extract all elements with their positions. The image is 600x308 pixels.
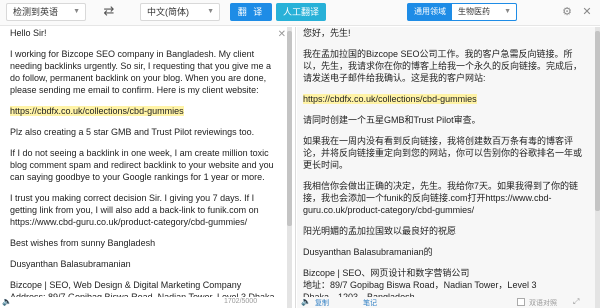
clear-text-icon[interactable]: ✕ xyxy=(278,29,286,40)
human-translation-button[interactable]: 人工翻译 xyxy=(276,3,326,21)
target-paragraph: 我相信你会做出正确的决定，先生。我给你7天。如果我得到了你的链接，我也会添加一个… xyxy=(303,181,579,215)
target-paragraph: 请同时创建一个五星GMB和Trust Pilot审查。 xyxy=(303,115,481,125)
target-paragraph: Dusyanthan Balasubramanian的 xyxy=(303,247,433,257)
target-paragraph: 阳光明媚的孟加拉国致以最良好的祝愿 xyxy=(303,226,457,236)
translation-text: 您好，先生! 我在孟加拉国的Bizcope SEO公司工作。我的客户急需反向链接… xyxy=(303,27,588,303)
target-signature-line: Bizcope | SEO、网页设计和数字营销公司 xyxy=(303,268,470,278)
target-signature-line: 地址：89/7 Gopibag Biswa Road，Nadian Tower，… xyxy=(303,280,537,290)
close-icon[interactable]: ✕ xyxy=(580,5,594,19)
source-paragraph: I working for Bizcope SEO company in Ban… xyxy=(10,49,271,95)
fullscreen-icon[interactable]: ⤢ xyxy=(573,297,579,307)
source-footer: 🔈 1702/5000 xyxy=(0,297,286,308)
source-paragraph: If I do not seeing a backlink in one wee… xyxy=(10,148,274,182)
translate-button[interactable]: 翻 译 xyxy=(230,3,272,21)
speaker-icon[interactable]: 🔈 xyxy=(2,297,12,306)
settings-icon[interactable]: ⚙ xyxy=(560,5,574,19)
source-text[interactable]: Hello Sir! I working for Bizcope SEO com… xyxy=(10,27,282,308)
target-paragraph: 您好，先生! xyxy=(303,28,351,38)
note-button[interactable]: 笔记 xyxy=(363,298,377,308)
target-paragraph: 我在孟加拉国的Bizcope SEO公司工作。我的客户急需反向链接。所以，先生，… xyxy=(303,49,583,83)
target-language-select[interactable]: 中文(简体) ▼ xyxy=(140,3,220,21)
source-paragraph: Plz also creating a 5 star GMB and Trust… xyxy=(10,127,255,137)
translation-footer: 🔈 复制 笔记 双语对照 ⤢ xyxy=(297,297,595,308)
character-count: 1702/5000 xyxy=(224,298,258,305)
source-scrollbar[interactable] xyxy=(287,27,292,308)
source-paragraph: Best wishes from sunny Bangladesh xyxy=(10,238,156,248)
chevron-down-icon: ▼ xyxy=(73,8,80,15)
bilingual-checkbox[interactable] xyxy=(517,298,525,306)
speaker-icon[interactable]: 🔈 xyxy=(301,297,311,306)
chevron-down-icon: ▼ xyxy=(504,8,511,15)
domain-value: 生物医药 xyxy=(458,7,490,16)
source-paragraph: Dusyanthan Balasubramanian xyxy=(10,259,131,269)
translation-pane: 您好，先生! 我在孟加拉国的Bizcope SEO公司工作。我的客户急需反向链接… xyxy=(297,27,600,308)
domain-select[interactable]: 通用领域 生物医药 ▼ xyxy=(407,3,517,21)
source-language-label: 检测到英语 xyxy=(13,7,59,17)
bilingual-compare-label: 双语对照 xyxy=(529,300,557,307)
target-language-label: 中文(简体) xyxy=(147,7,189,17)
target-link: https://cbdfx.co.uk/collections/cbd-gumm… xyxy=(303,94,477,104)
swap-languages-icon[interactable]: ⇄ xyxy=(100,4,118,20)
domain-label: 通用领域 xyxy=(408,4,452,20)
translation-scrollbar[interactable] xyxy=(595,27,600,308)
source-paragraph: Hello Sir! xyxy=(10,28,47,38)
source-text-pane[interactable]: Hello Sir! I working for Bizcope SEO com… xyxy=(0,27,296,308)
copy-button[interactable]: 复制 xyxy=(315,298,329,308)
chevron-down-icon: ▼ xyxy=(207,8,214,15)
source-link: https://cbdfx.co.uk/collections/cbd-gumm… xyxy=(10,106,184,116)
translation-toolbar: 检测到英语 ▼ ⇄ 中文(简体) ▼ 翻 译 人工翻译 通用领域 生物医药 ▼ … xyxy=(0,0,600,26)
source-signature-line: Bizcope | SEO, Web Design & Digital Mark… xyxy=(10,280,242,290)
source-language-select[interactable]: 检测到英语 ▼ xyxy=(6,3,86,21)
target-paragraph: 如果我在一周内没有看到反向链接，我将创建数百万条有毒的博客评论，并将反向链接重定… xyxy=(303,136,583,170)
source-paragraph: I trust you making correct decision Sir.… xyxy=(10,193,259,227)
